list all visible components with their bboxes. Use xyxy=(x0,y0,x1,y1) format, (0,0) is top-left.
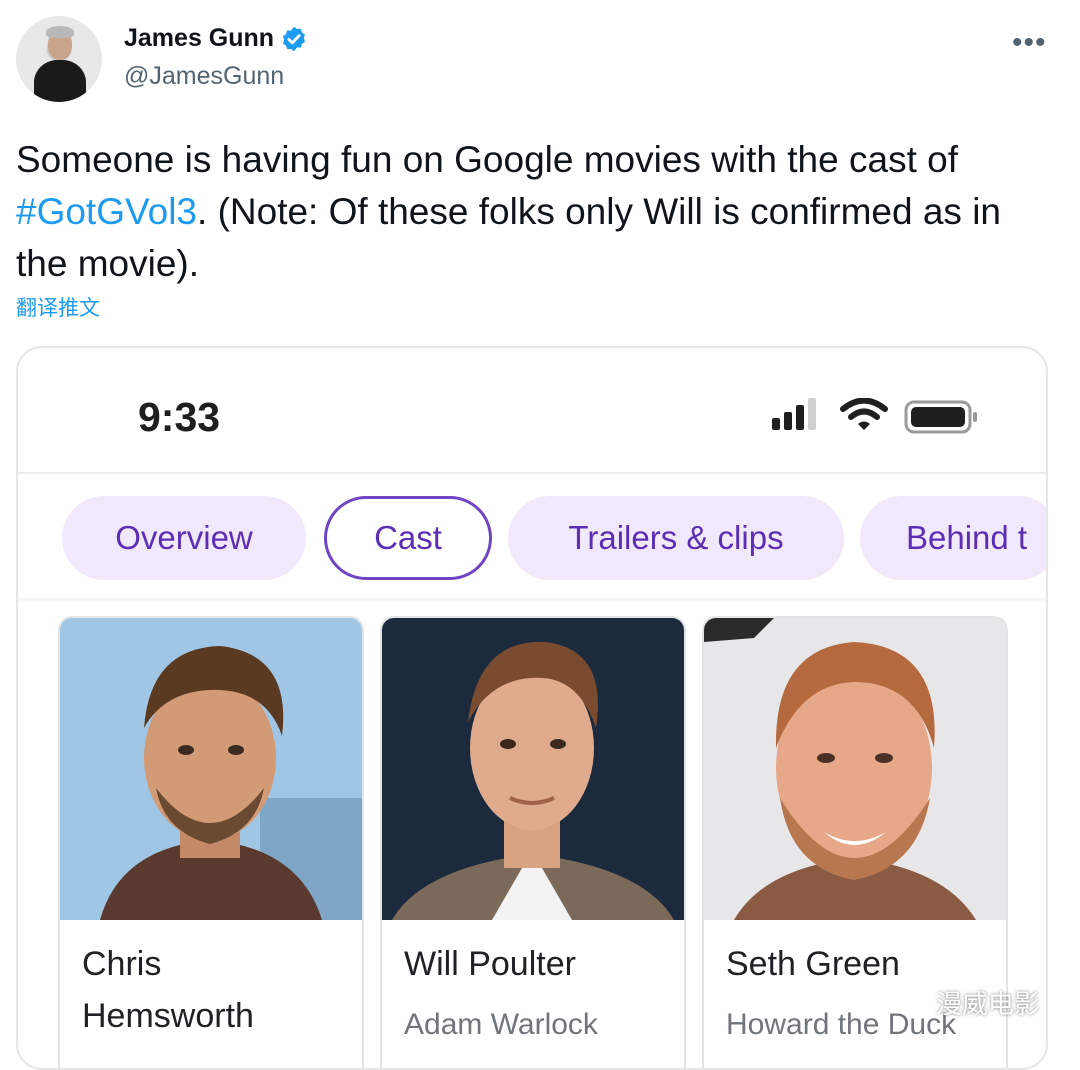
actor-name: Chris Hemsworth xyxy=(82,945,254,1035)
tab-behind-the-scenes[interactable]: Behind t xyxy=(860,496,1046,580)
cast-card[interactable]: Will Poulter Adam Warlock xyxy=(380,616,686,1068)
avatar-body xyxy=(34,60,86,102)
cast-card[interactable]: Chris Hemsworth xyxy=(58,616,364,1068)
tab-strip: Overview Cast Trailers & clips Behind t xyxy=(18,496,1046,582)
actor-photo xyxy=(60,618,362,920)
attached-screenshot[interactable]: 9:33 Overview Cast Trailers & clips Behi… xyxy=(16,346,1048,1070)
avatar-hair xyxy=(46,26,74,38)
watermark: 漫威电影 xyxy=(892,984,1040,1021)
hashtag-link[interactable]: #GotGVol3 xyxy=(16,191,197,232)
author-name-row: James Gunn xyxy=(124,24,308,53)
author-display-name[interactable]: James Gunn xyxy=(124,24,274,53)
actor-photo xyxy=(382,618,684,920)
tweet-text-before: Someone is having fun on Google movies w… xyxy=(16,139,958,180)
tab-divider xyxy=(18,598,1046,602)
tweet-text: Someone is having fun on Google movies w… xyxy=(16,134,1056,290)
author-handle[interactable]: @JamesGunn xyxy=(124,62,284,91)
actor-name: Seth Green xyxy=(726,945,900,983)
watermark-text: 漫威电影 xyxy=(936,989,1041,1019)
character-role: Adam Warlock xyxy=(404,1008,598,1041)
translate-tweet-link[interactable]: 翻译推文 xyxy=(16,292,100,322)
actor-photo xyxy=(704,618,1006,920)
battery-icon xyxy=(904,400,977,434)
phone-status-bar: 9:33 xyxy=(18,348,1046,474)
avatar[interactable] xyxy=(16,16,102,102)
tab-overview[interactable]: Overview xyxy=(62,496,306,580)
tab-cast[interactable]: Cast xyxy=(324,496,492,580)
more-horizontal-icon[interactable]: ••• xyxy=(1012,26,1047,60)
verified-badge-icon xyxy=(283,26,306,51)
status-time: 9:33 xyxy=(138,394,221,440)
wifi-icon xyxy=(840,398,888,430)
tab-trailers-clips[interactable]: Trailers & clips xyxy=(508,496,844,580)
signal-icon xyxy=(772,398,816,430)
wechat-icon xyxy=(892,988,928,1016)
actor-name: Will Poulter xyxy=(404,945,576,983)
